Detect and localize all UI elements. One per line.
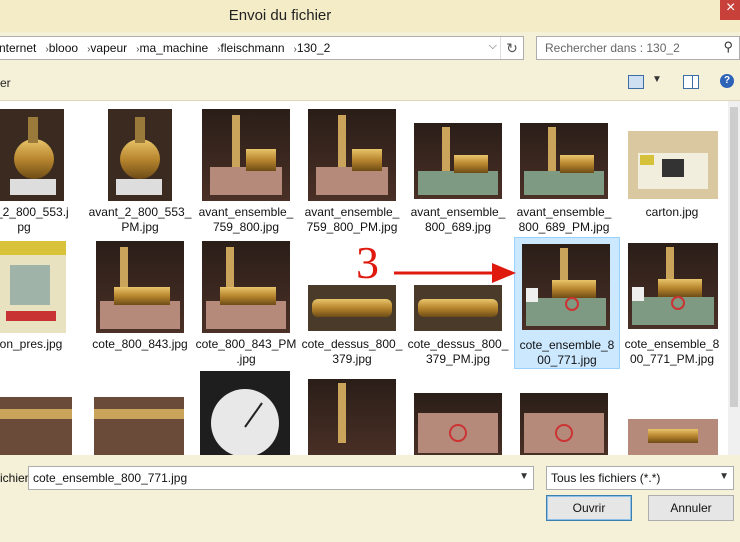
cancel-button[interactable]: Annuler <box>648 495 734 521</box>
toolbar: er ▼ ? <box>0 64 740 101</box>
file-thumbnail <box>520 393 608 455</box>
crumb-fleischmann[interactable]: fleischmann <box>221 41 285 55</box>
file-thumbnail <box>628 131 718 199</box>
breadcrumb: nternet ›blooo ›vapeur ›ma_machine ›fleischm… <box>0 41 330 55</box>
file-thumbnail <box>0 241 66 333</box>
file-name: arton_pres.jpg <box>0 337 63 351</box>
search-placeholder: Rechercher dans : 130_2 <box>545 41 680 55</box>
file-thumbnail <box>202 241 290 333</box>
file-name: cote_ensemble_8 00_771_PM.jpg <box>624 337 720 366</box>
vertical-scrollbar[interactable] <box>728 101 740 455</box>
file-item[interactable]: carton.jpg <box>620 103 724 237</box>
title-bar: Envoi du fichier <box>0 0 740 32</box>
file-item[interactable]: avant_ensemble_ 800_689.jpg <box>406 103 510 237</box>
file-item[interactable]: ant_2_800_553.j pg <box>0 103 76 237</box>
file-item[interactable]: avant_2_800_553_ PM.jpg <box>88 103 192 237</box>
crumb-vapeur[interactable]: vapeur <box>90 41 127 55</box>
file-thumbnail <box>96 241 184 333</box>
file-name: ant_2_800_553.j pg <box>0 205 69 234</box>
bottom-panel: ichier : cote_ensemble_800_771.jpg ▼ Tou… <box>0 455 740 542</box>
file-thumbnail <box>308 379 396 455</box>
help-icon[interactable]: ? <box>720 74 734 88</box>
annotation-arrow-icon <box>394 263 516 283</box>
file-thumbnail <box>308 285 396 331</box>
file-thumbnail <box>94 397 184 455</box>
file-item[interactable] <box>300 379 404 455</box>
file-name: carton.jpg <box>645 205 699 219</box>
file-item[interactable] <box>194 371 298 455</box>
file-name: cote_800_843.jpg <box>92 337 188 351</box>
address-bar[interactable]: nternet ›blooo ›vapeur ›ma_machine ›fleischm… <box>0 36 524 60</box>
file-item[interactable]: avant_ensemble_ 759_800.jpg <box>194 103 298 237</box>
change-view-icon[interactable] <box>628 75 644 89</box>
file-thumbnail <box>202 109 290 201</box>
organize-button[interactable]: er <box>0 76 11 90</box>
file-item[interactable]: avant_ensemble_ 800_689_PM.jpg <box>512 103 616 237</box>
file-thumbnail <box>520 123 608 199</box>
crumb-blooo[interactable]: blooo <box>49 41 78 55</box>
file-name: cote_dessus_800_ 379.jpg <box>301 337 403 366</box>
scrollbar-thumb[interactable] <box>730 107 738 407</box>
file-thumbnail <box>0 397 72 455</box>
file-name: cote_dessus_800_ 379_PM.jpg <box>407 337 509 366</box>
file-item[interactable]: arton_pres.jpg <box>0 235 76 369</box>
annotation-number: 3 <box>356 237 379 288</box>
filetype-value: Tous les fichiers (*.*) <box>551 471 661 485</box>
file-item[interactable] <box>406 393 510 455</box>
file-item[interactable]: cote_dessus_800_ 379_PM.jpg <box>406 235 510 369</box>
view-dropdown-icon[interactable]: ▼ <box>652 74 662 85</box>
chevron-down-icon[interactable]: ▼ <box>719 471 729 482</box>
file-name: cote_ensemble_8 00_771.jpg <box>519 338 615 367</box>
address-dropdown-icon[interactable]: ⌵ <box>489 40 497 53</box>
file-name: avant_ensemble_ 759_800_PM.jpg <box>304 205 400 234</box>
file-item[interactable]: cote_800_843_PM .jpg <box>194 235 298 369</box>
file-thumbnail <box>628 243 718 329</box>
chevron-down-icon[interactable]: ▼ <box>519 471 529 482</box>
file-item[interactable]: cote_dessus_800_ 379.jpg <box>300 235 404 369</box>
crumb-ma-machine[interactable]: ma_machine <box>139 41 208 55</box>
search-input[interactable]: Rechercher dans : 130_2 ⚲ <box>536 36 740 60</box>
search-icon[interactable]: ⚲ <box>723 39 733 55</box>
crumb-internet[interactable]: nternet <box>0 41 36 55</box>
crumb-130-2[interactable]: 130_2 <box>297 41 330 55</box>
filetype-select[interactable]: Tous les fichiers (*.*) ▼ <box>546 466 734 490</box>
file-thumbnail <box>414 123 502 199</box>
open-button[interactable]: Ouvrir <box>546 495 632 521</box>
file-item[interactable] <box>512 393 616 455</box>
file-item[interactable]: avant_ensemble_ 759_800_PM.jpg <box>300 103 404 237</box>
file-thumbnail <box>0 109 64 201</box>
file-item-selected[interactable]: cote_ensemble_8 00_771.jpg <box>514 237 620 369</box>
file-thumbnail <box>414 285 502 331</box>
file-name: cote_800_843_PM .jpg <box>195 337 297 366</box>
file-thumbnail <box>308 109 396 201</box>
file-item[interactable] <box>620 419 724 455</box>
file-item[interactable] <box>0 397 84 455</box>
file-thumbnail <box>414 393 502 455</box>
file-name: avant_ensemble_ 800_689.jpg <box>410 205 506 234</box>
window-title: Envoi du fichier <box>228 7 332 24</box>
file-name: avant_ensemble_ 800_689_PM.jpg <box>516 205 612 234</box>
file-item[interactable]: cote_ensemble_8 00_771_PM.jpg <box>620 235 724 369</box>
filename-value: cote_ensemble_800_771.jpg <box>33 471 188 485</box>
file-item[interactable] <box>88 397 192 455</box>
file-name: avant_2_800_553_ PM.jpg <box>88 205 192 234</box>
file-thumbnail <box>108 109 172 201</box>
preview-pane-icon[interactable] <box>683 75 699 89</box>
file-thumbnail <box>200 371 290 455</box>
address-row: nternet ›blooo ›vapeur ›ma_machine ›fleischm… <box>0 32 740 64</box>
file-name: avant_ensemble_ 759_800.jpg <box>198 205 294 234</box>
file-thumbnail <box>628 419 718 455</box>
close-button[interactable] <box>720 0 740 20</box>
filename-input[interactable]: cote_ensemble_800_771.jpg ▼ <box>28 466 534 490</box>
file-thumbnail <box>522 244 610 330</box>
file-item[interactable]: cote_800_843.jpg <box>88 235 192 369</box>
refresh-icon[interactable]: ↻ <box>500 37 523 59</box>
